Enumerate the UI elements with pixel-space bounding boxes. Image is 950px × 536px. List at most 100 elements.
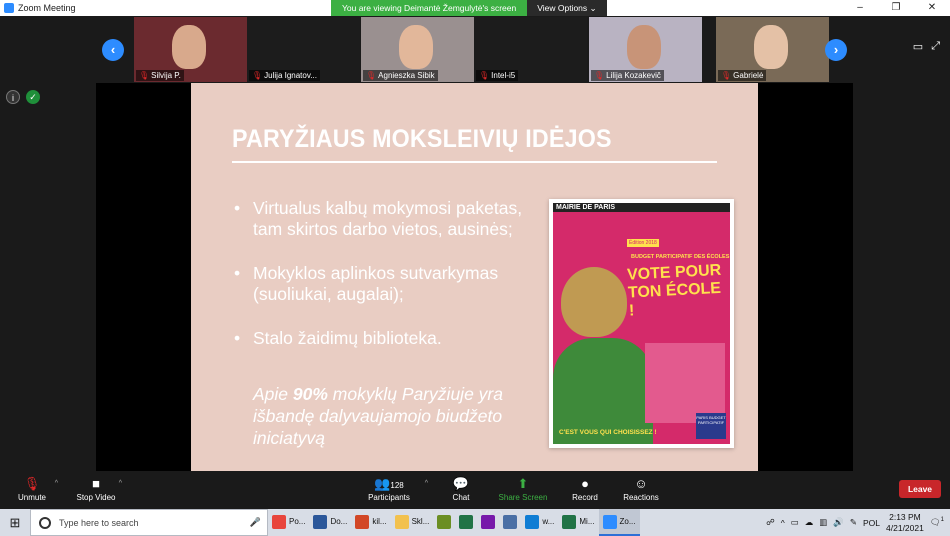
taskbar-app[interactable]: Po...	[268, 509, 309, 536]
taskbar-search[interactable]: Type here to search 🎤	[30, 509, 268, 536]
security-shield-icon[interactable]: ✓	[26, 90, 40, 104]
chevron-up-icon[interactable]: ^	[55, 480, 58, 487]
pen-icon[interactable]: ✎	[850, 517, 857, 528]
gallery-next-button[interactable]: ›	[825, 39, 847, 61]
clock[interactable]: 2:13 PM 4/21/2021	[886, 512, 924, 534]
presentation-slide: PARYŽIAUS MOKSLEIVIŲ IDĖJOS Virtualus ka…	[191, 83, 758, 471]
participant-tile[interactable]: 🎙 Silvija P.	[134, 17, 247, 82]
participant-name: Silvija P.	[151, 71, 181, 80]
participants-icon: 👥128	[374, 476, 404, 491]
participant-name: Lilija Kozakevič	[606, 71, 661, 80]
poster-footer: C'EST VOUS QUI CHOISISSEZ !	[559, 429, 657, 436]
taskbar-app[interactable]: Mi...	[558, 509, 598, 536]
note-highlight: 90%	[292, 384, 328, 404]
stop-video-button[interactable]: ■ Stop Video ^	[66, 475, 126, 502]
slide-note: Apie 90% mokyklų Paryžiuje yra išbandę d…	[253, 383, 553, 449]
view-options-button[interactable]: View Options ⌄	[527, 0, 607, 16]
cortana-icon	[39, 516, 51, 529]
chat-button[interactable]: 💬 Chat	[431, 475, 491, 502]
participant-face	[172, 25, 206, 69]
note-text: Apie	[253, 384, 293, 404]
notification-icon[interactable]: 🗨1	[930, 517, 944, 528]
participants-button[interactable]: 👥128 Participants ^	[358, 475, 428, 502]
speaker-view-icon[interactable]: ▭	[913, 40, 923, 53]
poster-headline: VOTE POUR TON ÉCOLE !	[626, 261, 722, 320]
taskbar-app[interactable]: w...	[521, 509, 558, 536]
taskbar-app[interactable]	[499, 509, 521, 536]
chat-bubble-icon: 💬	[452, 476, 470, 491]
app-icon	[355, 514, 370, 529]
restore-button[interactable]: ❐	[878, 0, 914, 16]
minimize-button[interactable]: –	[842, 0, 878, 16]
microphone-muted-icon: 🎙	[594, 71, 605, 80]
chevron-up-icon[interactable]: ^	[119, 480, 122, 487]
chevron-up-icon[interactable]: ^	[781, 518, 785, 528]
taskbar-app-label: Zo...	[619, 517, 636, 526]
poster-logo: PARIS BUDGET PARTICIPATIF	[696, 413, 726, 439]
zoom-app-icon	[4, 3, 14, 13]
record-button[interactable]: ● Record	[555, 475, 615, 502]
system-tray: ☍ ^ ▭ ☁ ▥ 🔊 ✎ POL 2:13 PM 4/21/2021 🗨1	[766, 509, 950, 536]
participant-tile[interactable]: 🎙 Lilija Kozakevič	[589, 17, 702, 82]
participant-face	[754, 25, 788, 69]
app-icon	[503, 514, 518, 529]
poster-image: MAIRIE DE PARIS Édition 2018 BUDGET PART…	[549, 199, 734, 448]
participant-tile[interactable]: 🎙 Agnieszka Sibik	[361, 17, 474, 82]
meeting-info-icons: i ✓	[6, 90, 40, 104]
bullet-item: Mokyklos aplinkos sutvarkymas (suoliukai…	[234, 263, 554, 305]
poster-edition-tag: Édition 2018	[627, 239, 659, 247]
fullscreen-icon[interactable]: ⤢	[931, 40, 940, 53]
battery-icon[interactable]: ▭	[791, 517, 799, 528]
microphone-icon[interactable]: 🎤	[250, 517, 261, 528]
clock-date: 4/21/2021	[886, 522, 924, 533]
taskbar-apps: Po... Do... kil... Skl... w... Mi... Zo...	[268, 509, 640, 536]
participants-label: Participants	[368, 493, 410, 502]
app-icon	[459, 514, 474, 529]
taskbar-app[interactable]: Do...	[309, 509, 351, 536]
taskbar-app[interactable]: kil...	[351, 509, 390, 536]
participant-name: Julija Ignatov...	[264, 71, 317, 80]
share-screen-button[interactable]: ⬆ Share Screen	[493, 475, 553, 502]
people-icon[interactable]: ☍	[766, 517, 775, 528]
reactions-button[interactable]: ☺ Reactions	[611, 475, 671, 502]
windows-start-icon[interactable]: ⊞	[0, 515, 30, 531]
language-indicator[interactable]: POL	[863, 518, 880, 528]
taskbar-app[interactable]	[433, 509, 455, 536]
participant-tile[interactable]: 🎙 Julija Ignatov...	[247, 17, 360, 82]
info-icon[interactable]: i	[6, 90, 20, 104]
participant-face	[399, 25, 433, 69]
cloud-icon[interactable]: ☁	[805, 517, 814, 528]
view-toggle: ▭ ⤢	[913, 40, 940, 53]
taskbar-app-label: Skl...	[411, 517, 430, 526]
taskbar-app-label: Mi...	[579, 517, 595, 526]
bullet-item: Stalo žaidimų biblioteka.	[234, 328, 554, 349]
participant-name: Agnieszka Sibik	[378, 71, 435, 80]
slide-title: PARYŽIAUS MOKSLEIVIŲ IDĖJOS	[232, 125, 612, 153]
leave-button[interactable]: Leave	[899, 480, 941, 498]
unmute-label: Unmute	[17, 493, 46, 502]
participant-tile[interactable]: 🎙 Gabrielė	[716, 17, 829, 82]
taskbar-app[interactable]: Skl...	[391, 509, 434, 536]
close-button[interactable]: ✕	[914, 0, 950, 16]
participant-name: Gabrielė	[733, 71, 764, 80]
participant-tile[interactable]: 🎙 Intel-i5	[474, 17, 587, 82]
participant-count: 128	[390, 481, 404, 490]
volume-icon[interactable]: 🔊	[833, 517, 844, 528]
chevron-up-icon[interactable]: ^	[425, 480, 428, 487]
taskbar-app[interactable]: Zo...	[598, 509, 640, 536]
participant-name: Intel-i5	[491, 71, 516, 80]
network-icon[interactable]: ▥	[819, 517, 827, 528]
share-screen-label: Share Screen	[498, 493, 548, 502]
smiley-icon: ☺	[634, 476, 648, 491]
participant-name-label: 🎙 Lilija Kozakevič	[591, 70, 664, 81]
unmute-button[interactable]: 🎙 Unmute ^	[2, 475, 62, 502]
participant-gallery: ‹ 🎙 Silvija P. 🎙 Julija Ignatov... 🎙 Agnieszk…	[0, 16, 950, 83]
taskbar-app[interactable]	[455, 509, 477, 536]
reactions-label: Reactions	[623, 493, 659, 502]
participant-name-label: 🎙 Julija Ignatov...	[249, 70, 320, 81]
microphone-muted-icon: 🎙	[139, 71, 150, 80]
participant-name-label: 🎙 Agnieszka Sibik	[363, 70, 438, 81]
taskbar-app[interactable]	[477, 509, 499, 536]
gallery-prev-button[interactable]: ‹	[102, 39, 124, 61]
microphone-muted-icon: 🎙	[366, 71, 377, 80]
